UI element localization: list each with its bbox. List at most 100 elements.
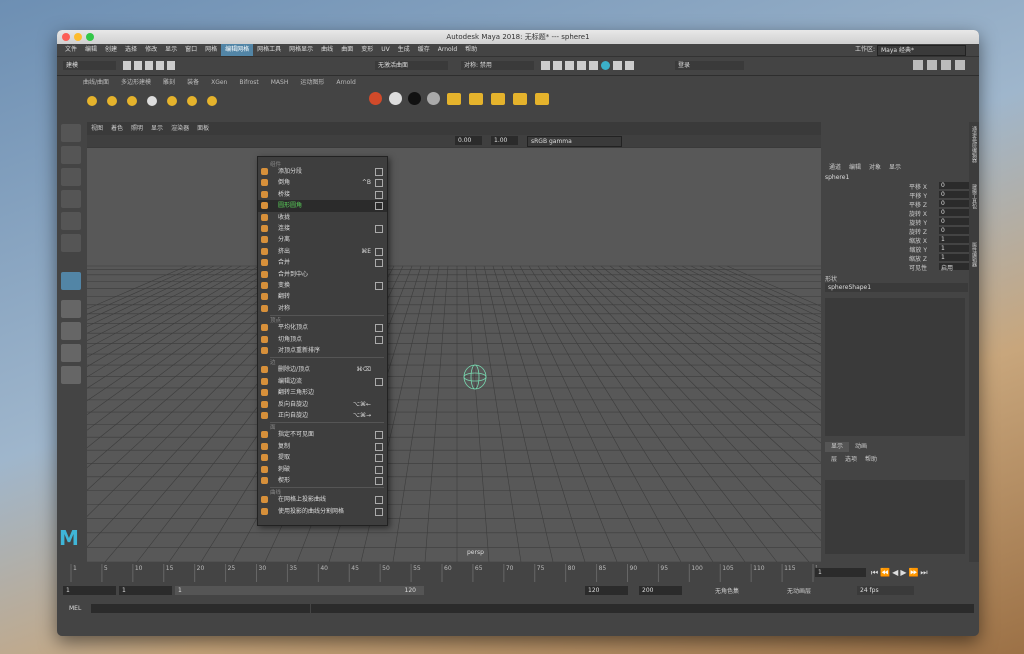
menu-item[interactable]: 挤出 ⌘E	[258, 246, 387, 257]
current-frame-field[interactable]: 1	[815, 568, 866, 577]
option-box-icon[interactable]	[375, 282, 383, 290]
menu-4[interactable]: 修改	[141, 44, 161, 56]
shelf-tab-1[interactable]: 多边形建模	[115, 78, 157, 88]
channel-menu-3[interactable]: 显示	[885, 162, 905, 171]
shelf-tab-2[interactable]: 雕刻	[157, 78, 181, 88]
menu-1[interactable]: 编辑	[81, 44, 101, 56]
anim-start-field[interactable]: 1	[63, 586, 116, 595]
channel-menu-2[interactable]: 对象	[865, 162, 885, 171]
panel-menu-0[interactable]: 视图	[87, 124, 107, 134]
time-slider[interactable]: 1 5 10 15 20 25 30 35 40 45 50 55 60 65 70 75 80 85 90 95 10…	[57, 562, 979, 584]
menu-item[interactable]: 桥接	[258, 189, 387, 200]
range-bar[interactable]: 1 120	[175, 586, 424, 595]
menu-item[interactable]: 楔形	[258, 475, 387, 486]
menu-item[interactable]: 翻转三角形边	[258, 387, 387, 398]
menu-item[interactable]: 添加分段	[258, 166, 387, 177]
playback-controls-icon[interactable]: ⏮⏪◀▶⏩⏭	[871, 568, 971, 578]
layer-menu-1[interactable]: 选项	[841, 454, 861, 463]
channel-row[interactable]: 缩放 X1	[831, 236, 979, 245]
live-surface-field[interactable]: 无激活曲面	[375, 61, 448, 70]
menu-0[interactable]: 文件	[61, 44, 81, 56]
exposure-field[interactable]: 0.00	[455, 136, 482, 145]
menu-item[interactable]: 倒角 ^B	[258, 177, 387, 188]
panel-menu-5[interactable]: 面板	[193, 124, 213, 134]
menu-item[interactable]: 在网格上投影曲线	[258, 494, 387, 505]
menu-13[interactable]: 变形	[357, 44, 377, 56]
option-box-icon[interactable]	[375, 190, 383, 199]
option-box-icon[interactable]	[375, 179, 383, 188]
menu-8[interactable]: 编辑网格	[221, 44, 254, 56]
layer-menu-2[interactable]: 帮助	[861, 454, 881, 463]
zoom-button[interactable]	[86, 33, 94, 41]
side-tab-2[interactable]: 属性编辑器	[970, 242, 978, 296]
panel-menu-2[interactable]: 照明	[127, 124, 147, 134]
option-box-icon[interactable]	[375, 465, 383, 474]
option-box-icon[interactable]	[375, 431, 383, 440]
menu-18[interactable]: 帮助	[461, 44, 481, 56]
menu-item[interactable]: 切角顶点	[258, 334, 387, 345]
option-box-icon[interactable]	[375, 202, 383, 211]
shelf-tab-3[interactable]: 装备	[181, 78, 205, 88]
menu-14[interactable]: UV	[377, 44, 394, 56]
menu-item[interactable]: 圆形圆角	[258, 200, 387, 212]
anim-layer[interactable]: 无动画层	[787, 586, 811, 595]
channel-row[interactable]: 缩放 Y1	[831, 245, 979, 254]
menu-6[interactable]: 窗口	[181, 44, 201, 56]
move-tool-icon[interactable]	[61, 190, 81, 208]
panel-menu-1[interactable]: 着色	[107, 124, 127, 134]
command-input[interactable]	[91, 604, 310, 613]
channel-row[interactable]: 旋转 Y0	[831, 218, 979, 227]
layer-tab-1[interactable]: 动画	[849, 442, 873, 452]
menu-7[interactable]: 网格	[201, 44, 221, 56]
playback-end-field[interactable]: 120	[585, 586, 628, 595]
menu-item[interactable]: 连接	[258, 223, 387, 234]
outliner-icon[interactable]	[61, 366, 81, 384]
option-box-icon[interactable]	[375, 442, 383, 451]
option-box-icon[interactable]	[375, 247, 383, 256]
menu-item[interactable]: 对顶点重新排序	[258, 345, 387, 356]
select-tool-icon[interactable]	[61, 124, 81, 142]
menu-item[interactable]: 刺破	[258, 464, 387, 475]
shelf-tab-5[interactable]: Bifrost	[233, 78, 264, 88]
channel-row[interactable]: 缩放 Z1	[831, 254, 979, 263]
layout-2-icon[interactable]	[61, 344, 81, 362]
layer-list[interactable]	[825, 480, 965, 554]
shape-name[interactable]: sphereShape1	[825, 283, 968, 292]
menu-item[interactable]: 合并到中心	[258, 269, 387, 280]
menu-2[interactable]: 创建	[101, 44, 121, 56]
channel-row[interactable]: 平移 Y0	[831, 191, 979, 200]
menu-item[interactable]: 平均化顶点	[258, 322, 387, 333]
menu-15[interactable]: 生成	[394, 44, 414, 56]
menu-9[interactable]: 网格工具	[253, 44, 285, 56]
menu-item[interactable]: 使用投影的曲线分割网格	[258, 506, 387, 517]
lasso-tool-icon[interactable]	[61, 146, 81, 164]
menu-item[interactable]: 分离	[258, 234, 387, 245]
menu-item[interactable]: 对称	[258, 303, 387, 314]
menu-item[interactable]: 删除边/顶点 ⌘⌫	[258, 364, 387, 375]
option-box-icon[interactable]	[375, 454, 383, 463]
layer-tab-0[interactable]: 显示	[825, 442, 850, 452]
scale-tool-icon[interactable]	[61, 234, 81, 252]
last-tool-icon[interactable]	[61, 272, 81, 290]
layer-menu-0[interactable]: 层	[827, 454, 841, 463]
gamma-field[interactable]: 1.00	[491, 136, 518, 145]
option-box-icon[interactable]	[375, 496, 383, 505]
channel-row[interactable]: 旋转 X0	[831, 209, 979, 218]
option-box-icon[interactable]	[375, 507, 383, 516]
channel-row[interactable]: 可见性 启用	[831, 263, 979, 272]
channel-row[interactable]: 平移 Z0	[831, 200, 979, 209]
channel-row[interactable]: 旋转 Z0	[831, 227, 979, 236]
menu-item[interactable]: 收拢	[258, 212, 387, 223]
character-set[interactable]: 无角色集	[715, 586, 739, 595]
3d-viewport[interactable]: persp	[87, 148, 821, 562]
close-button[interactable]	[62, 33, 70, 41]
shelf-tab-0[interactable]: 曲线/曲面	[77, 78, 115, 88]
rotate-tool-icon[interactable]	[61, 212, 81, 230]
symmetry-field[interactable]: 对称: 禁用	[461, 61, 534, 70]
option-box-icon[interactable]	[375, 259, 383, 268]
shelf-tab-6[interactable]: MASH	[265, 78, 295, 88]
option-box-icon[interactable]	[375, 377, 383, 386]
single-view-icon[interactable]	[61, 300, 81, 318]
layout-icon[interactable]	[61, 322, 81, 340]
menu-10[interactable]: 网格显示	[285, 44, 317, 56]
